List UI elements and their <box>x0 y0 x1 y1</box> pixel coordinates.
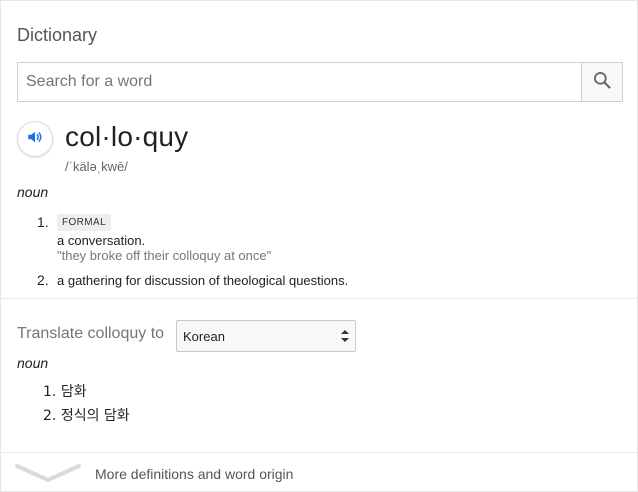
card-title: Dictionary <box>17 25 98 45</box>
more-definitions-label: More definitions and word origin <box>95 466 294 482</box>
pronunciation-audio-button[interactable] <box>17 121 53 157</box>
sense-number: 1. <box>37 214 49 230</box>
translation-item: 2. 정식의 담화 <box>43 405 130 425</box>
language-select-value: Korean <box>183 328 225 344</box>
search-icon <box>592 70 612 95</box>
more-definitions-button[interactable]: More definitions and word origin <box>1 453 637 491</box>
dictionary-card: Dictionary col·lo·quy /ˈkäləˌkwē/ noun 1… <box>0 0 638 492</box>
translate-label: Translate colloquy to <box>17 325 165 342</box>
section-divider <box>1 298 637 299</box>
speaker-icon <box>26 128 44 151</box>
translation-part-of-speech: noun <box>17 355 49 371</box>
chevron-down-icon <box>15 463 81 488</box>
sense-definition: a conversation. <box>57 233 146 248</box>
search-input[interactable] <box>18 63 583 101</box>
translation-item: 1. 담화 <box>43 381 87 401</box>
language-select[interactable]: Korean <box>176 320 356 352</box>
sense-definition: a gathering for discussion of theologica… <box>57 273 349 288</box>
translation-text: 정식의 담화 <box>60 408 130 424</box>
phonetic-spelling: /ˈkäləˌkwē/ <box>65 159 128 174</box>
sense-number: 2. <box>37 272 49 288</box>
sense-example: "they broke off their colloquy at once" <box>57 248 272 263</box>
translation-number: 2. <box>43 408 57 424</box>
search-box <box>17 62 623 102</box>
register-badge: FORMAL <box>57 214 112 231</box>
part-of-speech: noun <box>17 184 49 200</box>
search-button[interactable] <box>581 63 622 101</box>
translation-text: 담화 <box>60 384 87 400</box>
headword: col·lo·quy <box>65 121 189 152</box>
translation-number: 1. <box>43 384 57 400</box>
select-arrows-icon <box>341 329 349 343</box>
